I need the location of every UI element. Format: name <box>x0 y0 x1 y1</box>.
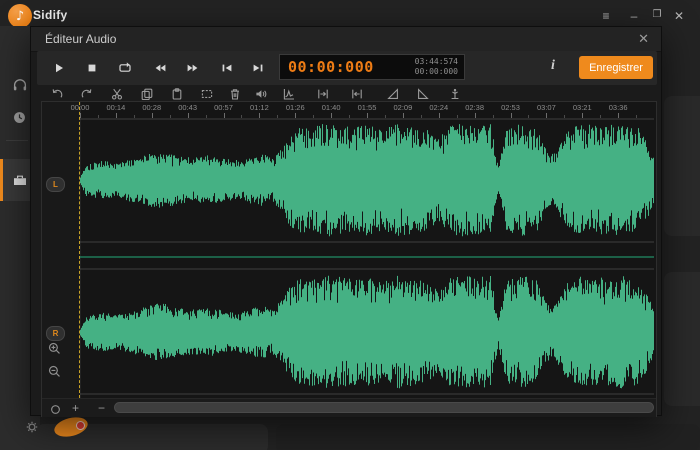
skip-end-button[interactable] <box>251 61 265 75</box>
waveform-panel: L R 00:0000:1400:2800:4300:5701:1201:260… <box>41 101 657 417</box>
skip-start-icon <box>220 61 234 75</box>
headphones-icon <box>12 77 28 93</box>
zoom-out-button[interactable] <box>48 365 61 378</box>
background-panel <box>664 96 700 236</box>
save-record-button[interactable]: Enregistrer <box>579 56 653 79</box>
background-bottom-strip <box>30 416 700 450</box>
playhead-cursor[interactable] <box>79 102 80 398</box>
loop-button[interactable] <box>118 61 132 75</box>
zoom-scroll-bar: + − <box>42 398 656 417</box>
play-button[interactable] <box>52 61 66 75</box>
reset-zoom-icon <box>50 404 61 415</box>
skip-end-icon <box>251 61 265 75</box>
horizontal-scrollbar[interactable] <box>114 402 654 413</box>
zoom-in-icon <box>48 342 61 355</box>
music-note-icon: ♪ <box>16 10 24 23</box>
forward-button[interactable] <box>186 61 200 75</box>
background-panel <box>664 272 700 406</box>
dialog-header: Éditeur Audio ✕ <box>31 27 661 52</box>
copy-button[interactable] <box>141 87 153 99</box>
cut-icon <box>111 88 123 100</box>
minimize-icon[interactable]: – <box>626 9 642 23</box>
right-channel-badge: R <box>46 326 65 341</box>
delete-button[interactable] <box>229 87 241 99</box>
total-duration: 03:44:574 <box>415 57 458 66</box>
sidify-logo: ♪ <box>8 4 32 28</box>
volume-button[interactable] <box>255 87 267 99</box>
toolbox-icon <box>12 172 28 188</box>
zoom-plus-button[interactable]: + <box>72 400 79 416</box>
redo-button[interactable] <box>81 87 93 99</box>
play-icon <box>52 61 66 75</box>
copy-icon <box>141 88 153 100</box>
background-panel <box>276 424 700 450</box>
fade-in-icon <box>387 88 399 100</box>
paste-icon <box>171 88 183 100</box>
reset-zoom-button[interactable] <box>50 402 61 420</box>
audio-editor-dialog: Éditeur Audio ✕ 00:00:000 03:44:574 00:0… <box>30 26 662 416</box>
fade-in-button[interactable] <box>387 87 399 99</box>
forward-icon <box>186 61 200 75</box>
meter-button[interactable] <box>283 87 295 99</box>
left-channel-badge: L <box>46 177 65 192</box>
maximize-icon[interactable]: ❐ <box>649 9 665 20</box>
delete-icon <box>229 88 241 100</box>
transport-bar: 00:00:000 03:44:574 00:00:000 i Enregist… <box>37 51 657 85</box>
select-button[interactable] <box>201 87 213 99</box>
window-close-icon[interactable]: ✕ <box>671 9 687 23</box>
channel-gutter: L R <box>42 102 81 398</box>
zoom-out-icon <box>48 365 61 378</box>
current-time: 00:00:000 <box>288 58 374 76</box>
trim-out-button[interactable] <box>351 87 363 99</box>
trim-in-icon <box>317 88 329 100</box>
trim-out-icon <box>351 88 363 100</box>
waveform-display[interactable] <box>80 102 654 398</box>
sidebar-divider <box>6 140 28 141</box>
rewind-button[interactable] <box>153 61 167 75</box>
volume-icon <box>255 88 267 100</box>
zoom-minus-button[interactable]: − <box>98 400 105 416</box>
stop-icon <box>85 61 99 75</box>
app-window: ♪ Sidify ≡ – ❐ ✕ <box>0 0 700 450</box>
marker-button[interactable] <box>449 87 461 99</box>
stop-button[interactable] <box>85 61 99 75</box>
sidify-mascot-dot <box>76 421 85 430</box>
fade-out-button[interactable] <box>417 87 429 99</box>
dialog-title: Éditeur Audio <box>45 32 116 46</box>
time-display: 00:00:000 03:44:574 00:00:000 <box>279 54 465 80</box>
skip-start-button[interactable] <box>220 61 234 75</box>
undo-icon <box>51 88 63 100</box>
select-icon <box>201 88 213 100</box>
meter-icon <box>283 88 295 100</box>
undo-button[interactable] <box>51 87 63 99</box>
trim-in-button[interactable] <box>317 87 329 99</box>
cut-button[interactable] <box>111 87 123 99</box>
fade-out-icon <box>417 88 429 100</box>
zoom-in-button[interactable] <box>48 342 61 355</box>
marker-icon <box>449 88 461 100</box>
dialog-close-icon[interactable]: ✕ <box>638 31 649 47</box>
redo-icon <box>81 88 93 100</box>
app-title: Sidify <box>33 8 67 22</box>
selection-duration: 00:00:000 <box>415 67 458 76</box>
paste-button[interactable] <box>171 87 183 99</box>
rewind-icon <box>153 61 167 75</box>
time-totals: 03:44:574 00:00:000 <box>415 57 458 77</box>
info-icon[interactable]: i <box>551 58 555 74</box>
clock-icon <box>12 110 27 125</box>
menu-icon[interactable]: ≡ <box>598 9 614 23</box>
loop-icon <box>118 61 132 75</box>
